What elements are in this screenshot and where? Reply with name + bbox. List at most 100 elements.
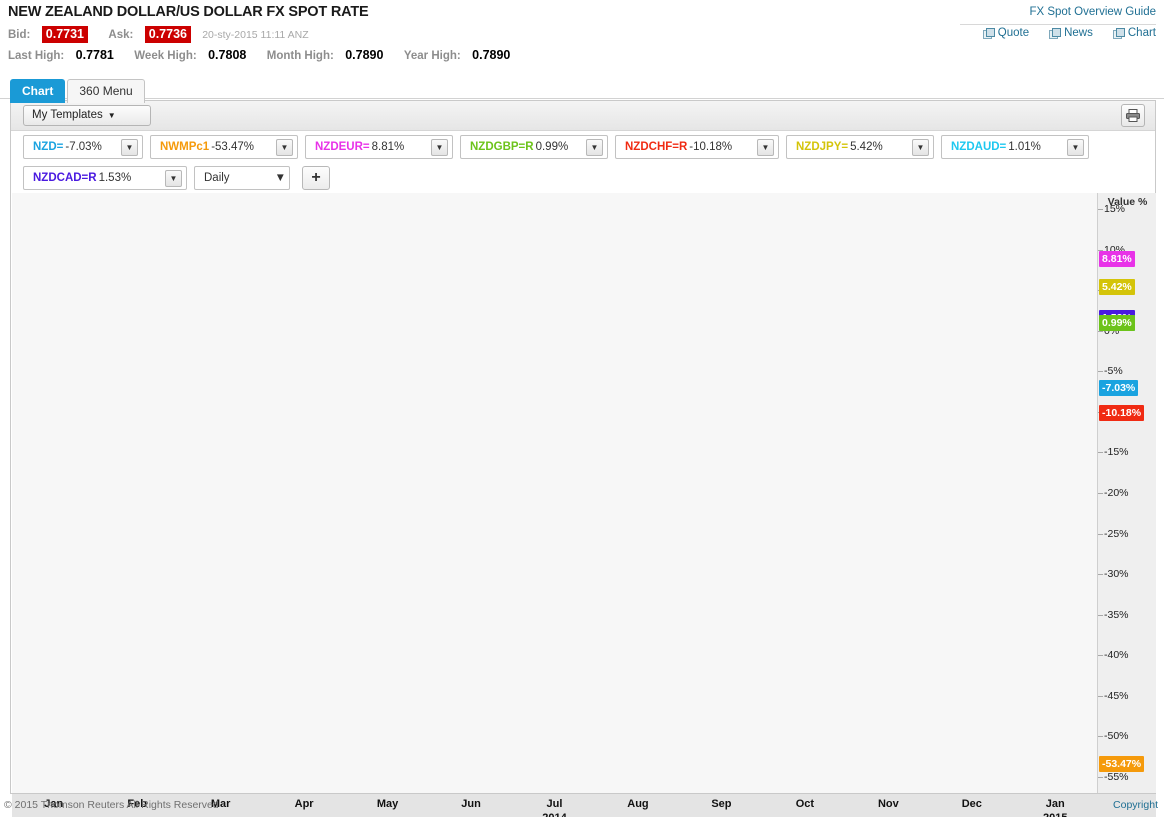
value-axis-tick-label: -5% bbox=[1104, 365, 1123, 378]
copyright-link[interactable]: Copyright bbox=[1113, 799, 1158, 811]
last-high-label: Last High: bbox=[8, 50, 65, 62]
ask-label: Ask: bbox=[108, 29, 134, 41]
my-templates-button[interactable]: My Templates ▼ bbox=[23, 105, 151, 126]
quote-row-primary: Bid: 0.7731 Ask: 0.7736 20-sty-2015 11:1… bbox=[8, 26, 309, 43]
add-instrument-button[interactable]: + bbox=[302, 166, 330, 190]
value-axis-tick-label: -35% bbox=[1104, 608, 1129, 621]
value-axis: Value % 15%10%5%0%-5%-10%-15%-20%-25%-30… bbox=[1097, 193, 1156, 793]
chevron-down-icon[interactable]: ▼ bbox=[431, 138, 448, 156]
header-link-quote[interactable]: Quote bbox=[982, 27, 1030, 39]
series-value-badge-nwmpc1: -53.47% bbox=[1099, 756, 1145, 773]
header-link-group: Quote News Chart bbox=[982, 27, 1156, 39]
header-link-chart[interactable]: Chart bbox=[1112, 27, 1156, 39]
instrument-ticker: NZDGBP=R bbox=[470, 141, 534, 153]
instrument-selector-nzdgbpr[interactable]: NZDGBP=R 0.99% ▼ bbox=[460, 135, 608, 159]
value-axis-tick-mark bbox=[1098, 776, 1103, 778]
year-high-label: Year High: bbox=[403, 50, 461, 62]
instrument-change-pct: -10.18% bbox=[689, 141, 733, 153]
chevron-down-icon[interactable]: ▼ bbox=[757, 138, 774, 156]
value-axis-tick-label: -55% bbox=[1104, 770, 1129, 783]
chart-toolbar: My Templates ▼ bbox=[11, 101, 1155, 131]
chevron-down-icon[interactable]: ▼ bbox=[1067, 138, 1084, 156]
chevron-down-icon[interactable]: ▼ bbox=[586, 138, 603, 156]
value-axis-tick-mark bbox=[1098, 736, 1103, 738]
value-axis-tick-label: -25% bbox=[1104, 527, 1129, 540]
window-icon bbox=[1049, 28, 1062, 39]
value-axis-tick-label: -50% bbox=[1104, 730, 1129, 743]
value-axis-tick-mark bbox=[1098, 493, 1103, 494]
header-link-label: News bbox=[1064, 27, 1093, 39]
value-axis-tick-mark bbox=[1098, 655, 1103, 657]
instrument-selector-nzdcadr[interactable]: NZDCAD=R 1.53% ▼ bbox=[23, 166, 187, 190]
instrument-change-pct: -53.47% bbox=[211, 141, 255, 153]
value-axis-tick-label: -40% bbox=[1104, 649, 1129, 662]
value-axis-tick-mark bbox=[1098, 533, 1103, 535]
bid-label: Bid: bbox=[8, 29, 31, 41]
instrument-change-pct: -7.03% bbox=[65, 141, 102, 153]
copyright-text: © 2015 Thomson Reuters All Rights Reserv… bbox=[4, 799, 219, 811]
tab-chart[interactable]: Chart bbox=[10, 79, 66, 103]
chevron-down-icon[interactable]: ▼ bbox=[912, 138, 929, 156]
month-high-label: Month High: bbox=[266, 50, 334, 62]
tab-bar: Chart 360 Menu bbox=[10, 79, 145, 103]
window-icon bbox=[1112, 28, 1125, 39]
value-axis-tick-mark bbox=[1098, 452, 1103, 454]
last-high-value: 0.7781 bbox=[75, 48, 114, 62]
instrument-ticker: NZDCHF=R bbox=[625, 141, 688, 153]
interval-selector[interactable]: Daily ▼ bbox=[194, 166, 290, 190]
series-value-badge-nzd: -7.03% bbox=[1099, 379, 1139, 396]
series-value-badge-nzdjpy: 5.42% bbox=[1099, 278, 1135, 295]
instrument-ticker: NWMPc1 bbox=[160, 141, 210, 153]
instrument-selector-nzdaud[interactable]: NZDAUD= 1.01% ▼ bbox=[941, 135, 1089, 159]
instrument-selector-nwmpc1[interactable]: NWMPc1 -53.47% ▼ bbox=[150, 135, 298, 159]
printer-icon bbox=[1126, 109, 1140, 122]
instrument-ticker: NZDJPY= bbox=[796, 141, 849, 153]
instrument-change-pct: 1.01% bbox=[1008, 141, 1041, 153]
tab-360-menu[interactable]: 360 Menu bbox=[67, 79, 145, 103]
value-axis-tick-mark bbox=[1098, 574, 1103, 576]
header-link-label: Quote bbox=[997, 27, 1030, 39]
series-value-badge-nzdeur: 8.81% bbox=[1099, 251, 1135, 268]
plot-background bbox=[12, 193, 1097, 793]
quote-timestamp: 20-sty-2015 11:11 ANZ bbox=[202, 29, 309, 41]
instrument-ticker: NZDAUD= bbox=[951, 141, 1007, 153]
series-value-badge-nzdchfr: -10.18% bbox=[1099, 405, 1145, 422]
chevron-down-icon: ▼ bbox=[107, 111, 116, 120]
value-axis-tick-mark bbox=[1098, 330, 1103, 332]
week-high-label: Week High: bbox=[134, 50, 197, 62]
page-header: NEW ZEALAND DOLLAR/US DOLLAR FX SPOT RAT… bbox=[0, 0, 1164, 72]
header-link-label: Chart bbox=[1127, 27, 1156, 39]
window-icon bbox=[982, 28, 995, 39]
instrument-ticker: NZD= bbox=[33, 141, 64, 153]
chevron-down-icon[interactable]: ▼ bbox=[276, 138, 293, 156]
value-axis-tick-label: -45% bbox=[1104, 689, 1129, 702]
instrument-change-pct: 8.81% bbox=[371, 141, 405, 153]
instrument-selector-nzd[interactable]: NZD= -7.03% ▼ bbox=[23, 135, 143, 159]
fx-spot-overview-guide-link[interactable]: FX Spot Overview Guide bbox=[1029, 6, 1156, 18]
value-axis-tick-label: 15% bbox=[1104, 203, 1126, 216]
page-footer: © 2015 Thomson Reuters All Rights Reserv… bbox=[0, 799, 1164, 817]
header-link-news[interactable]: News bbox=[1049, 27, 1093, 39]
value-axis-tick-mark bbox=[1098, 695, 1103, 697]
instrument-ticker: NZDEUR= bbox=[315, 141, 370, 153]
week-high-value: 0.7808 bbox=[208, 48, 247, 62]
year-high-value: 0.7890 bbox=[472, 48, 511, 62]
instrument-change-pct: 5.42% bbox=[850, 141, 883, 153]
plot-area: Value % 15%10%5%0%-5%-10%-15%-20%-25%-30… bbox=[12, 193, 1156, 793]
tab-bar-divider bbox=[0, 98, 1164, 99]
value-axis-tick-mark bbox=[1098, 209, 1103, 211]
instrument-selector-nzdchfr[interactable]: NZDCHF=R -10.18% ▼ bbox=[615, 135, 779, 159]
page-title: NEW ZEALAND DOLLAR/US DOLLAR FX SPOT RAT… bbox=[8, 4, 369, 20]
chevron-down-icon[interactable]: ▼ bbox=[275, 172, 286, 184]
my-templates-label: My Templates bbox=[32, 109, 103, 121]
instrument-selector-nzdeur[interactable]: NZDEUR= 8.81% ▼ bbox=[305, 135, 453, 159]
header-divider bbox=[960, 24, 1156, 25]
instrument-selector-nzdjpy[interactable]: NZDJPY= 5.42% ▼ bbox=[786, 135, 934, 159]
interval-value: Daily bbox=[204, 172, 230, 184]
instrument-selector-row-2: NZDCAD=R 1.53% ▼ Daily ▼ + bbox=[11, 166, 330, 190]
chevron-down-icon[interactable]: ▼ bbox=[165, 169, 182, 187]
month-high-value: 0.7890 bbox=[345, 48, 384, 62]
plot-canvas[interactable] bbox=[12, 193, 1097, 793]
print-button[interactable] bbox=[1121, 104, 1145, 127]
chevron-down-icon[interactable]: ▼ bbox=[121, 138, 138, 156]
